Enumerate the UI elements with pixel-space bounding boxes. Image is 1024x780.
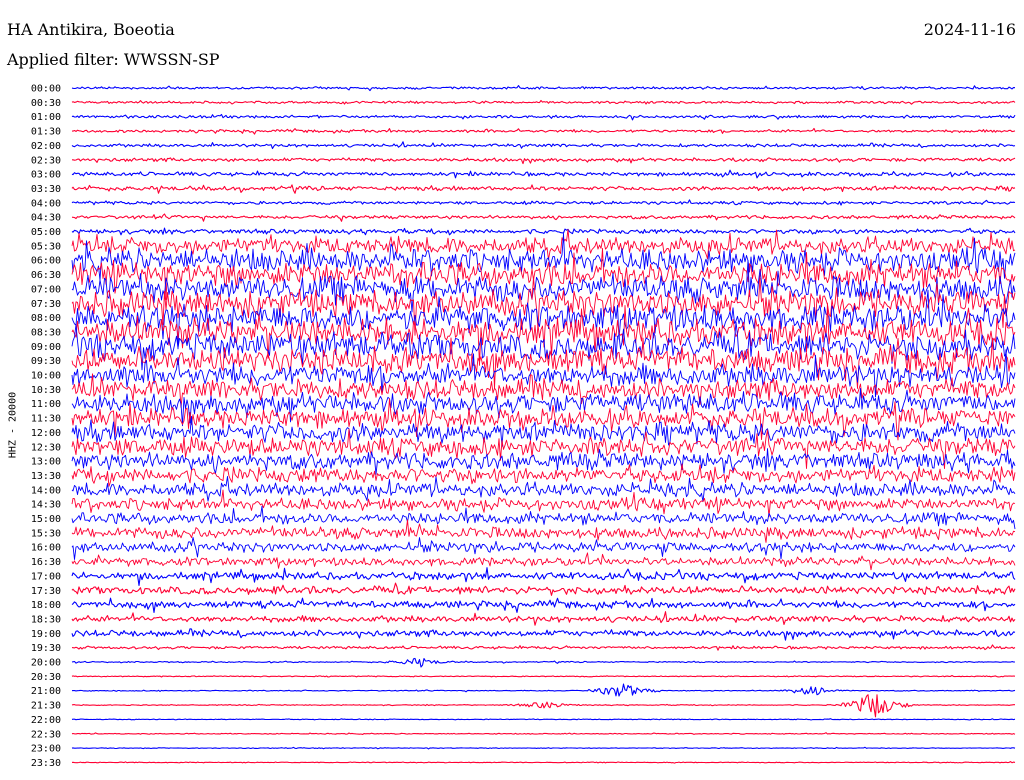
row-time-label: 16:30 [31, 557, 61, 568]
row-time-label: 11:30 [31, 414, 61, 425]
trace-row [71, 213, 1016, 222]
row-time-label: 10:00 [31, 371, 61, 382]
row-time-label: 23:00 [31, 744, 61, 755]
trace-row [71, 582, 1016, 596]
trace-row [71, 169, 1016, 179]
row-time-label: 17:30 [31, 586, 61, 597]
row-time-label: 13:30 [31, 471, 61, 482]
row-time-label: 18:00 [31, 600, 61, 611]
row-time-label: 23:30 [31, 758, 61, 769]
trace-row [71, 552, 1016, 571]
row-time-label: 13:00 [31, 457, 61, 468]
trace-row [72, 157, 1016, 165]
trace-row [71, 85, 1016, 92]
row-time-label: 18:30 [31, 614, 61, 625]
row-time-label: 00:30 [31, 98, 61, 109]
trace-row [71, 644, 1016, 651]
row-time-label: 07:00 [31, 284, 61, 295]
trace-row [71, 184, 1016, 194]
row-time-label: 12:30 [31, 442, 61, 453]
row-time-label: 19:00 [31, 629, 61, 640]
trace-row [71, 597, 1016, 613]
row-time-label: 09:30 [31, 356, 61, 367]
trace-row [71, 694, 1015, 718]
row-time-label: 06:30 [31, 270, 61, 281]
trace-row [71, 674, 1016, 678]
trace-row [71, 567, 1016, 586]
trace-row [71, 227, 1016, 236]
row-time-label: 14:00 [31, 485, 61, 496]
row-time-label: 20:30 [31, 672, 61, 683]
row-time-label: 17:00 [31, 571, 61, 582]
trace-row [71, 229, 1016, 261]
trace-row [71, 611, 1016, 626]
row-time-label: 11:00 [31, 399, 61, 410]
row-time-label: 04:30 [31, 213, 61, 224]
row-time-label: 22:30 [31, 729, 61, 740]
row-time-label: 14:30 [31, 500, 61, 511]
row-time-label: 02:00 [31, 141, 61, 152]
trace-row [71, 99, 1016, 105]
row-time-label: 04:00 [31, 198, 61, 209]
seismogram-plot: 00:00 00:30 01:00 01:30 02:00 02:30 03:00 03:30… [31, 84, 1016, 769]
row-time-label: 21:30 [31, 701, 61, 712]
row-time-label: 02:30 [31, 155, 61, 166]
trace-row [71, 476, 1016, 503]
row-time-label: 00:00 [31, 84, 61, 95]
trace-row [71, 718, 1016, 721]
trace-row [71, 761, 1016, 764]
row-time-label: 21:00 [31, 686, 61, 697]
trace-row [71, 505, 1016, 530]
trace-row [71, 141, 1016, 150]
row-time-label: 19:30 [31, 643, 61, 654]
row-time-label: 20:00 [31, 658, 61, 669]
row-time-label: 12:00 [31, 428, 61, 439]
row-time-label: 01:30 [31, 127, 61, 138]
row-time-label: 05:30 [31, 241, 61, 252]
row-time-label: 08:00 [31, 313, 61, 324]
trace-row [71, 113, 1016, 121]
row-time-label: 15:30 [31, 528, 61, 539]
trace-row [71, 746, 1016, 750]
trace-row [71, 199, 1016, 206]
trace-row [71, 277, 1016, 336]
row-time-label: 10:30 [31, 385, 61, 396]
row-time-label: 05:00 [31, 227, 61, 238]
trace-row [71, 732, 1016, 736]
row-time-label: 08:30 [31, 327, 61, 338]
row-time-label: 03:00 [31, 170, 61, 181]
trace-row [71, 536, 1016, 560]
row-time-label: 15:00 [31, 514, 61, 525]
trace-row [71, 657, 1016, 668]
trace-row [71, 628, 1016, 641]
row-time-label: 06:00 [31, 256, 61, 267]
row-time-label: 16:00 [31, 543, 61, 554]
row-time-label: 07:30 [31, 299, 61, 310]
row-time-labels: 00:00 00:30 01:00 01:30 02:00 02:30 03:00 03:30… [31, 84, 61, 769]
row-time-label: 03:30 [31, 184, 61, 195]
trace-row [71, 683, 1016, 697]
trace-row [72, 127, 1016, 135]
row-time-label: 22:00 [31, 715, 61, 726]
row-time-label: 09:00 [31, 342, 61, 353]
trace-lines [71, 85, 1016, 764]
row-time-label: 01:00 [31, 112, 61, 123]
